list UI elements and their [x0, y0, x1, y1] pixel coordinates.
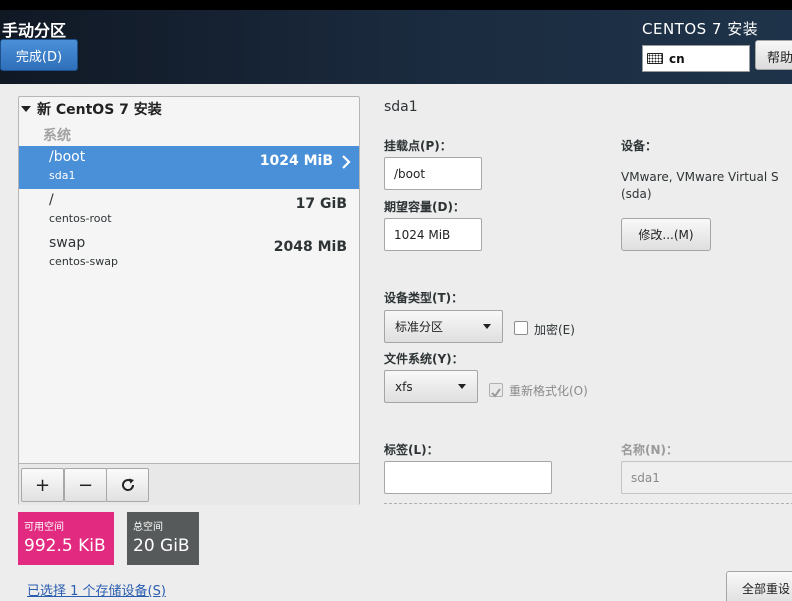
device-type-value: 标准分区: [395, 320, 444, 334]
name-label: 名称(N)：: [621, 443, 679, 457]
name-input: sda1: [621, 461, 792, 494]
keyboard-layout-indicator[interactable]: cn: [642, 45, 750, 72]
partition-toolbar: + −: [19, 463, 359, 505]
refresh-button[interactable]: [106, 468, 149, 502]
refresh-icon: [121, 478, 134, 491]
partition-device: centos-root: [49, 212, 112, 225]
filesystem-dropdown[interactable]: xfs: [384, 370, 478, 403]
install-group-header[interactable]: 新 CentOS 7 安装: [21, 99, 162, 119]
filesystem-label: 文件系统(Y)：: [384, 352, 464, 366]
filesystem-value: xfs: [395, 379, 413, 394]
product-title: CENTOS 7 安装: [642, 20, 759, 38]
partition-mount-point: swap: [49, 235, 86, 251]
partition-size: 17 GiB: [295, 196, 347, 212]
reformat-checkbox: [489, 383, 503, 398]
keyboard-layout-text: cn: [669, 51, 685, 66]
partition-row-root[interactable]: / centos-root 17 GiB: [19, 189, 359, 232]
detail-title: sda1: [384, 99, 418, 115]
partition-mount-point: /boot: [49, 149, 86, 165]
header-bar: 手动分区 完成(D) CENTOS 7 安装 cn 帮助: [0, 0, 792, 84]
partition-size: 2048 MiB: [273, 239, 347, 255]
device-type-dropdown[interactable]: 标准分区: [384, 310, 503, 343]
page-title: 手动分区: [2, 21, 67, 40]
encrypt-checkbox[interactable]: [514, 321, 528, 335]
device-value: VMware, VMware Virtual S (sda): [621, 170, 779, 201]
total-space-label: 总空间: [133, 522, 163, 533]
chevron-right-icon: [342, 155, 351, 169]
help-button[interactable]: 帮助: [755, 40, 792, 70]
checkmark-icon: [491, 388, 501, 398]
remove-partition-button[interactable]: −: [64, 468, 107, 502]
top-border: [0, 0, 792, 10]
dropdown-arrow-icon: [458, 384, 466, 389]
tag-input[interactable]: [384, 461, 552, 494]
keyboard-icon: [647, 53, 663, 64]
install-title: 新 CentOS 7 安装: [37, 102, 162, 118]
dropdown-arrow-icon: [483, 324, 491, 329]
total-space-box: 总空间 20 GiB: [127, 512, 199, 565]
modify-device-button[interactable]: 修改...(M): [621, 218, 711, 251]
add-partition-button[interactable]: +: [21, 468, 64, 502]
done-button[interactable]: 完成(D): [0, 39, 78, 71]
system-group-label: 系统: [43, 128, 71, 144]
reset-all-button[interactable]: 全部重设: [726, 571, 792, 601]
total-space-value: 20 GiB: [133, 536, 190, 556]
capacity-label: 期望容量(D)：: [384, 200, 465, 214]
partition-row-boot[interactable]: /boot sda1 1024 MiB: [19, 146, 359, 189]
mount-point-input[interactable]: /boot: [384, 157, 482, 190]
capacity-input[interactable]: 1024 MiB: [384, 218, 482, 251]
partition-mount-point: /: [49, 192, 54, 208]
partition-row-swap[interactable]: swap centos-swap 2048 MiB: [19, 232, 359, 275]
device-type-label: 设备类型(T)：: [384, 291, 464, 305]
available-space-label: 可用空间: [24, 522, 64, 533]
section-divider: [384, 503, 792, 504]
available-space-box: 可用空间 992.5 KiB: [18, 512, 114, 565]
expand-caret-icon: [21, 106, 31, 112]
available-space-value: 992.5 KiB: [24, 536, 106, 556]
selected-storage-link[interactable]: 已选择 1 个存储设备(S): [27, 580, 166, 599]
partition-device: sda1: [49, 169, 76, 182]
device-label: 设备：: [621, 139, 658, 153]
reformat-label: 重新格式化(O): [509, 384, 588, 398]
partition-device: centos-swap: [49, 255, 118, 268]
partition-list-panel: 新 CentOS 7 安装 系统 /boot sda1 1024 MiB / c…: [18, 96, 360, 505]
encrypt-label: 加密(E): [534, 323, 575, 337]
partition-size: 1024 MiB: [259, 153, 333, 169]
tag-label: 标签(L)：: [384, 443, 439, 457]
mount-point-label: 挂载点(P)：: [384, 139, 452, 153]
